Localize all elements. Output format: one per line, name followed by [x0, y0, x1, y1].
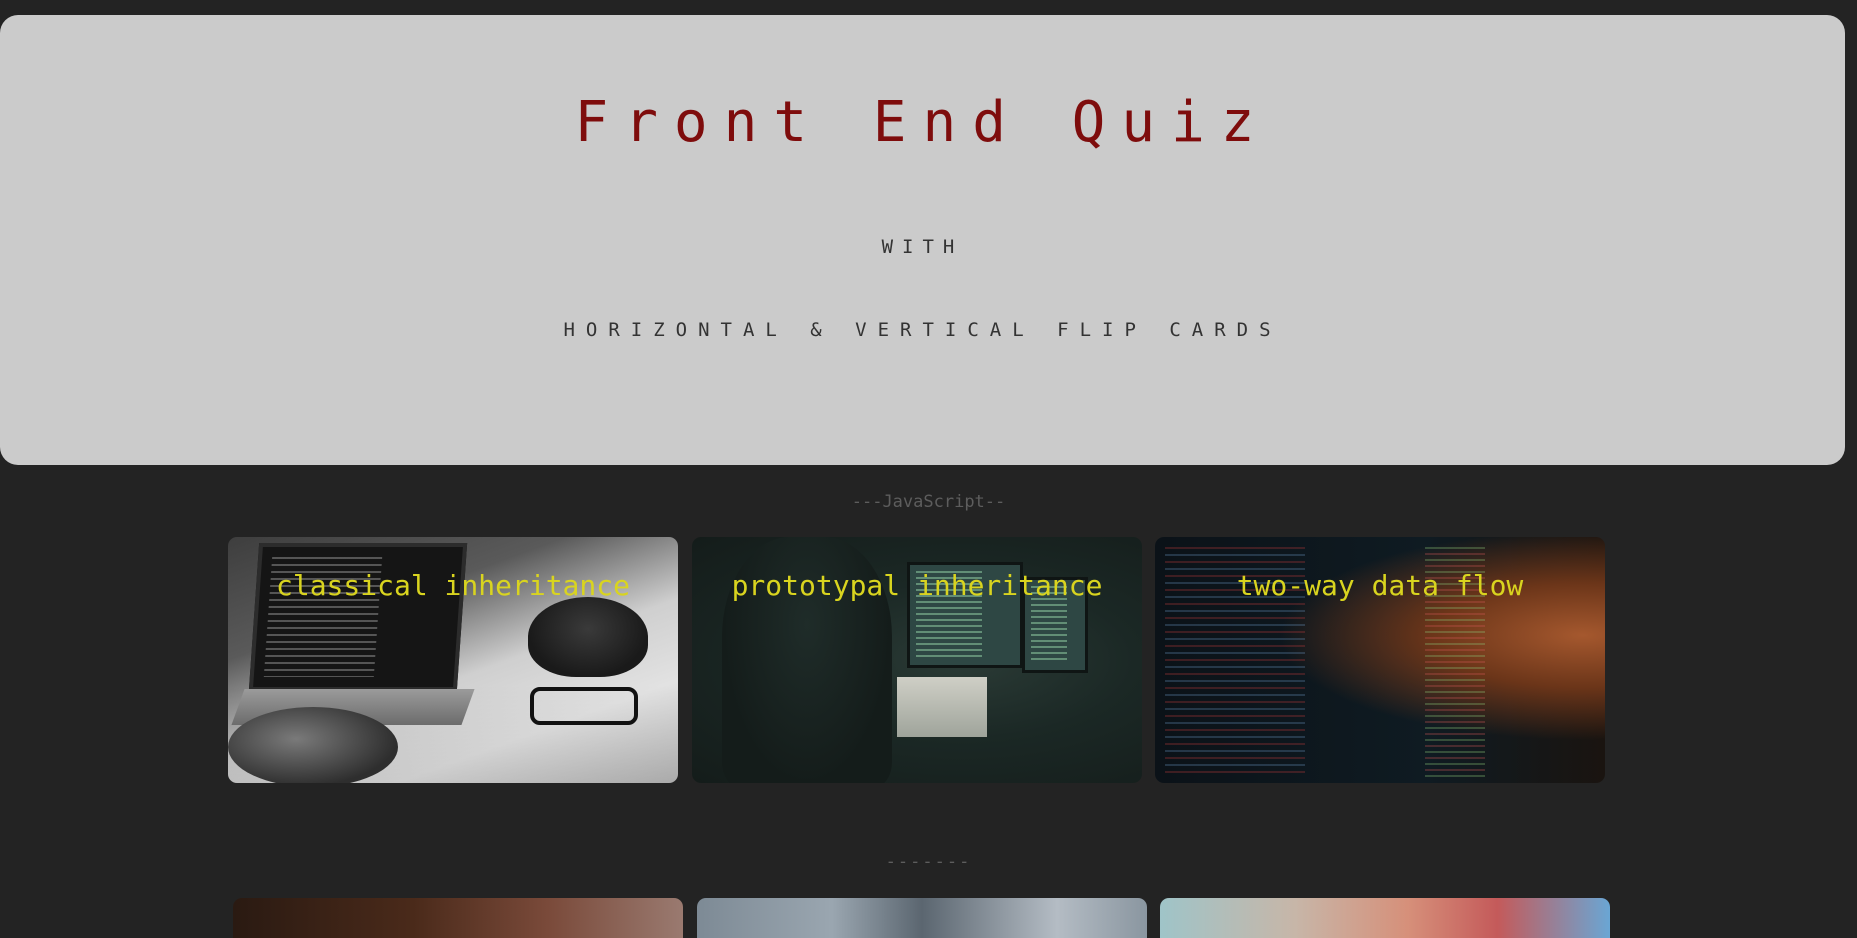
card-label: prototypal inheritance: [731, 569, 1103, 602]
flip-card-partial[interactable]: [1160, 898, 1610, 938]
laptop-screen-image: [248, 543, 468, 691]
section-label-divider: -------: [885, 852, 972, 872]
section-label-javascript: ---JavaScript--: [851, 492, 1006, 512]
hero-banner: Front End Quiz WITH HORIZONTAL & VERTICA…: [0, 15, 1845, 465]
laptop-image: [897, 677, 987, 737]
cap-image: [528, 597, 648, 677]
hero-with-text: WITH: [881, 236, 964, 258]
flip-card-classical-inheritance[interactable]: classical inheritance: [228, 537, 678, 783]
flip-card-prototypal-inheritance[interactable]: prototypal inheritance: [692, 537, 1142, 783]
card-label: two-way data flow: [1236, 569, 1524, 602]
hand-image: [228, 707, 398, 783]
page-title: Front End Quiz: [574, 90, 1271, 155]
hero-subtitle: HORIZONTAL & VERTICAL FLIP CARDS: [563, 319, 1282, 341]
flip-card-partial[interactable]: [697, 898, 1147, 938]
card-label: classical inheritance: [275, 569, 630, 602]
flip-card-partial[interactable]: [233, 898, 683, 938]
flip-card-two-way-data-flow[interactable]: two-way data flow: [1155, 537, 1605, 783]
glasses-image: [530, 687, 638, 725]
